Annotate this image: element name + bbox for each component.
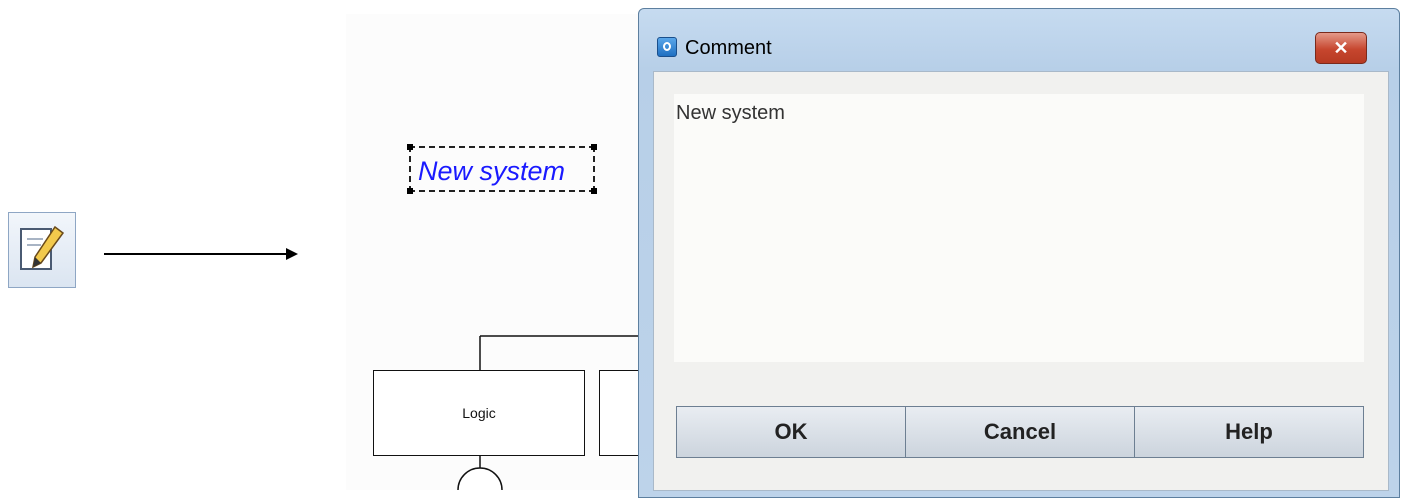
edit-comment-icon [20,225,65,270]
dialog-title: Comment [685,37,772,59]
dialog-client-area: New system OK Cancel Help [653,71,1389,491]
comment-dialog: Comment ✕ New system OK Cancel Help [638,8,1400,498]
app-icon [657,37,677,57]
cancel-button-label: Cancel [983,419,1057,444]
ok-button-label: OK [774,419,808,444]
logic-block-label: Logic [462,405,496,421]
comment-text-area[interactable]: New system [674,94,1364,362]
resize-handle[interactable] [407,188,413,194]
pointer-arrow [104,248,298,260]
help-button-label: Help [1225,419,1273,444]
cancel-button[interactable]: Cancel [905,406,1135,458]
help-button[interactable]: Help [1134,406,1364,458]
comment-tool-button[interactable] [8,212,76,288]
close-icon: ✕ [1333,37,1349,58]
comment-label[interactable]: New system [418,156,565,187]
resize-handle[interactable] [591,188,597,194]
ok-button[interactable]: OK [676,406,906,458]
logic-block[interactable]: Logic [373,370,585,456]
close-button[interactable]: ✕ [1315,32,1367,64]
resize-handle[interactable] [591,144,597,150]
dialog-titlebar[interactable]: Comment ✕ [639,9,1399,71]
resize-handle[interactable] [407,144,413,150]
